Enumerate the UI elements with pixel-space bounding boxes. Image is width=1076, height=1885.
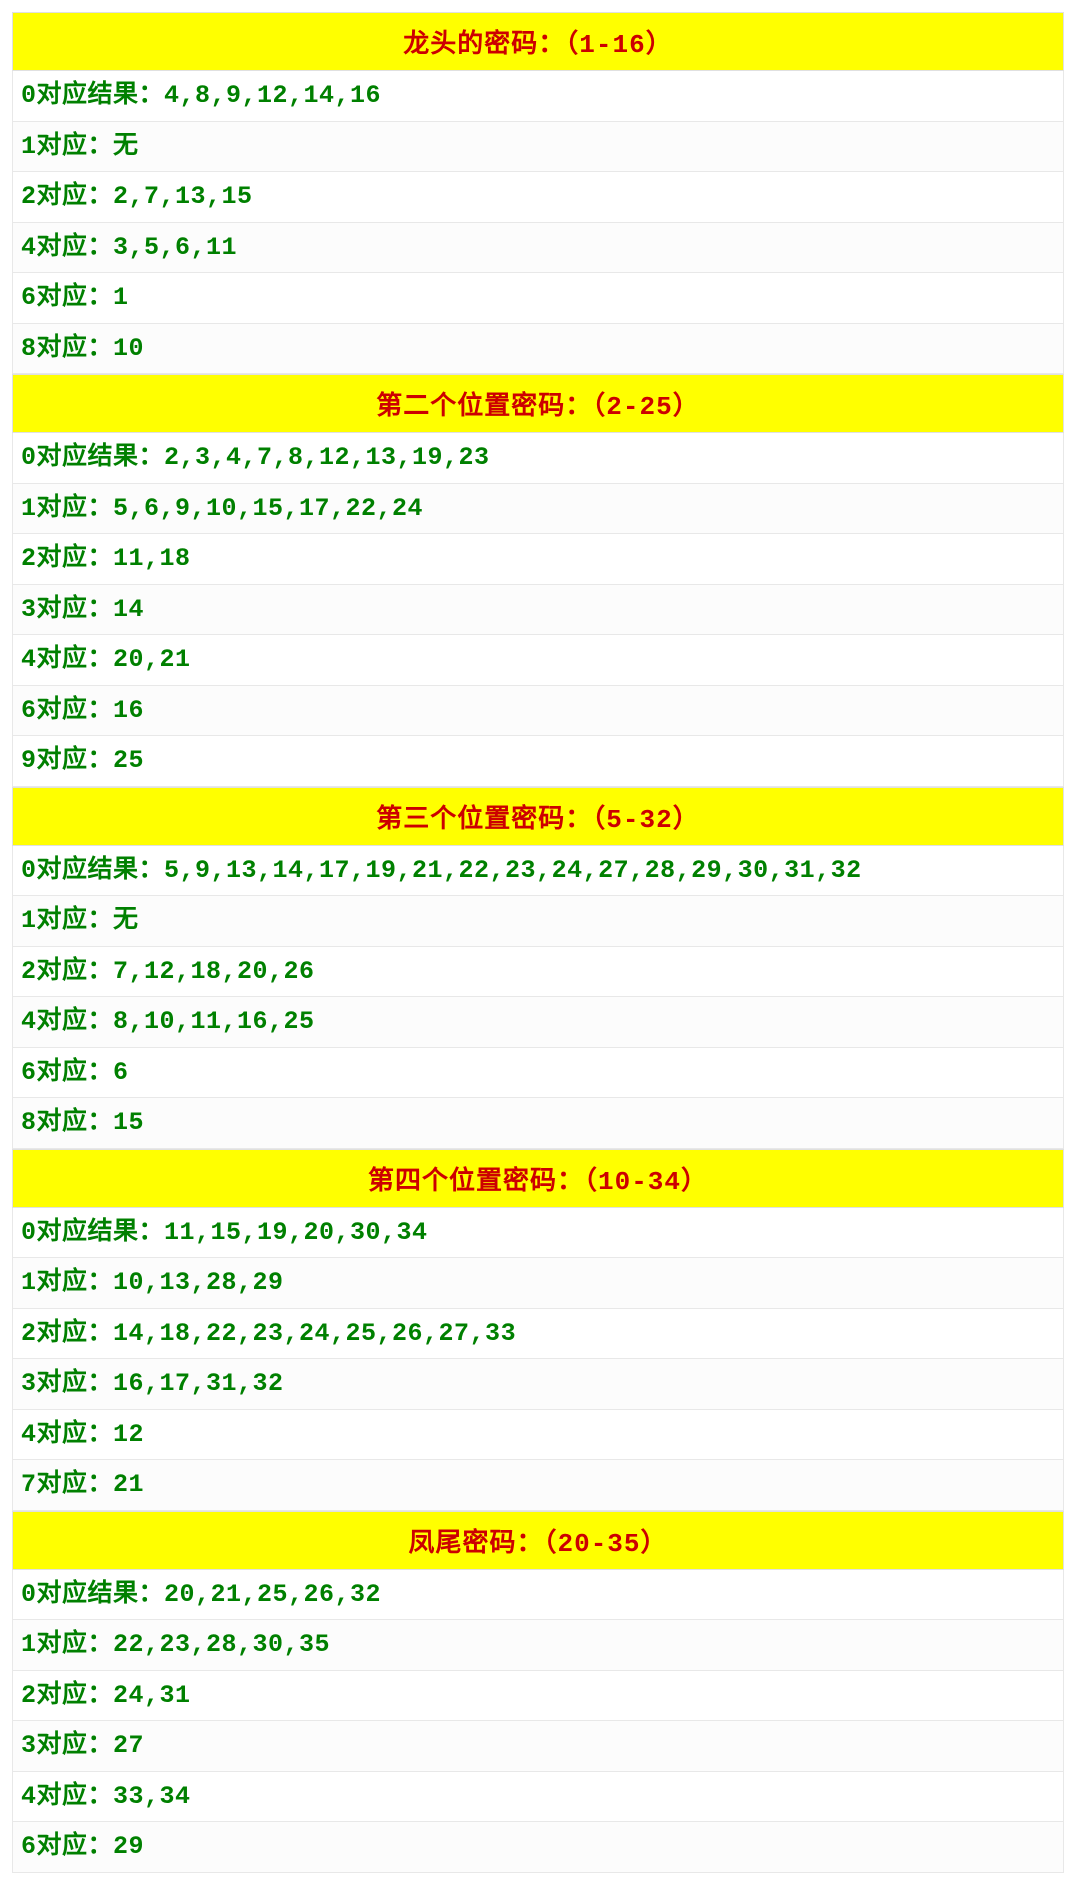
data-row: 9对应：25 bbox=[12, 736, 1064, 787]
data-row: 4对应：8,10,11,16,25 bbox=[12, 997, 1064, 1048]
data-row: 1对应：22,23,28,30,35 bbox=[12, 1620, 1064, 1671]
data-row: 2对应：7,12,18,20,26 bbox=[12, 947, 1064, 998]
data-row: 4对应：12 bbox=[12, 1410, 1064, 1461]
data-row: 2对应：24,31 bbox=[12, 1671, 1064, 1722]
data-row: 0对应结果：11,15,19,20,30,34 bbox=[12, 1208, 1064, 1259]
password-table-container: 龙头的密码：（1-16）0对应结果：4,8,9,12,14,161对应：无2对应… bbox=[12, 12, 1064, 1873]
data-row: 6对应：6 bbox=[12, 1048, 1064, 1099]
data-row: 1对应：无 bbox=[12, 122, 1064, 173]
data-row: 0对应结果：20,21,25,26,32 bbox=[12, 1570, 1064, 1621]
data-row: 6对应：1 bbox=[12, 273, 1064, 324]
data-row: 6对应：16 bbox=[12, 686, 1064, 737]
section-header: 第三个位置密码：（5-32） bbox=[12, 787, 1064, 846]
data-row: 4对应：33,34 bbox=[12, 1772, 1064, 1823]
data-row: 7对应：21 bbox=[12, 1460, 1064, 1511]
data-row: 1对应：5,6,9,10,15,17,22,24 bbox=[12, 484, 1064, 535]
data-row: 3对应：14 bbox=[12, 585, 1064, 636]
data-row: 8对应：15 bbox=[12, 1098, 1064, 1149]
section-1: 第二个位置密码：（2-25）0对应结果：2,3,4,7,8,12,13,19,2… bbox=[12, 374, 1064, 787]
data-row: 0对应结果：2,3,4,7,8,12,13,19,23 bbox=[12, 433, 1064, 484]
section-header: 龙头的密码：（1-16） bbox=[12, 12, 1064, 71]
section-4: 凤尾密码：（20-35）0对应结果：20,21,25,26,321对应：22,2… bbox=[12, 1511, 1064, 1873]
data-row: 3对应：16,17,31,32 bbox=[12, 1359, 1064, 1410]
section-header: 第二个位置密码：（2-25） bbox=[12, 374, 1064, 433]
section-3: 第四个位置密码：（10-34）0对应结果：11,15,19,20,30,341对… bbox=[12, 1149, 1064, 1511]
data-row: 2对应：11,18 bbox=[12, 534, 1064, 585]
data-row: 8对应：10 bbox=[12, 324, 1064, 375]
section-header: 第四个位置密码：（10-34） bbox=[12, 1149, 1064, 1208]
data-row: 4对应：3,5,6,11 bbox=[12, 223, 1064, 274]
data-row: 4对应：20,21 bbox=[12, 635, 1064, 686]
section-header: 凤尾密码：（20-35） bbox=[12, 1511, 1064, 1570]
data-row: 1对应：无 bbox=[12, 896, 1064, 947]
data-row: 0对应结果：4,8,9,12,14,16 bbox=[12, 71, 1064, 122]
data-row: 1对应：10,13,28,29 bbox=[12, 1258, 1064, 1309]
data-row: 6对应：29 bbox=[12, 1822, 1064, 1873]
section-2: 第三个位置密码：（5-32）0对应结果：5,9,13,14,17,19,21,2… bbox=[12, 787, 1064, 1149]
section-0: 龙头的密码：（1-16）0对应结果：4,8,9,12,14,161对应：无2对应… bbox=[12, 12, 1064, 374]
data-row: 3对应：27 bbox=[12, 1721, 1064, 1772]
data-row: 0对应结果：5,9,13,14,17,19,21,22,23,24,27,28,… bbox=[12, 846, 1064, 897]
data-row: 2对应：2,7,13,15 bbox=[12, 172, 1064, 223]
data-row: 2对应：14,18,22,23,24,25,26,27,33 bbox=[12, 1309, 1064, 1360]
